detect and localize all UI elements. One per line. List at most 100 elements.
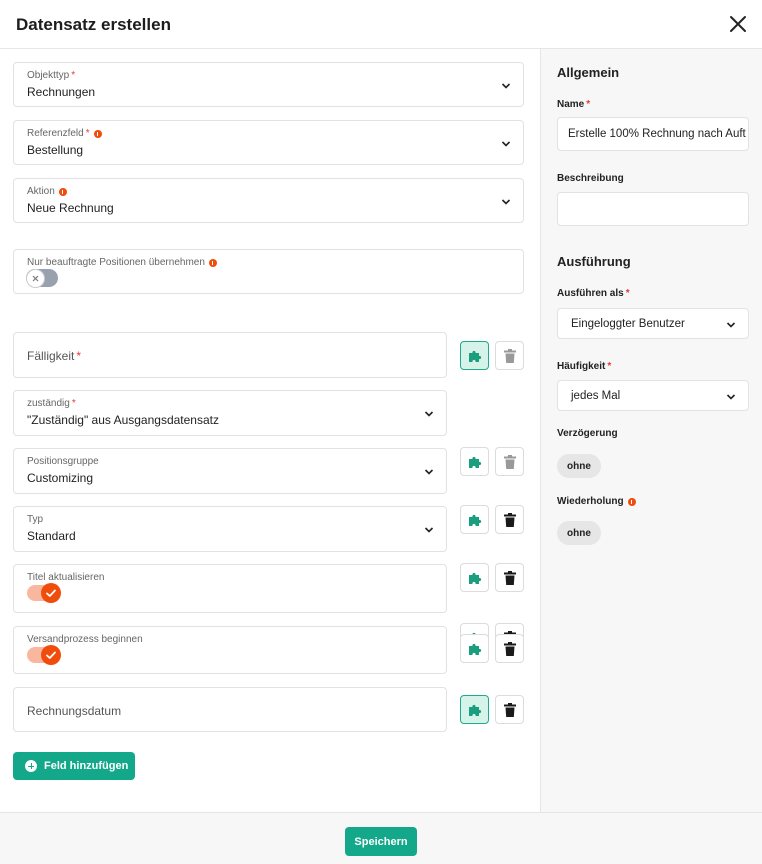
chevron-down-icon [424, 469, 434, 475]
delete-button[interactable] [495, 634, 524, 663]
titel-aktualisieren-field: Titel aktualisieren [13, 564, 447, 613]
aktion-select[interactable]: Aktion Neue Rechnung [13, 178, 524, 223]
trash-icon [503, 348, 516, 363]
puzzle-icon [468, 514, 481, 526]
trash-icon [503, 641, 516, 656]
chevron-down-icon [501, 141, 511, 147]
add-field-button[interactable]: Feld hinzufügen [13, 752, 135, 780]
titel-aktualisieren-toggle[interactable] [27, 583, 61, 603]
save-button[interactable]: Speichern [345, 827, 417, 856]
check-icon [46, 651, 56, 659]
chevron-down-icon [501, 83, 511, 89]
nur-beauftragte-toggle[interactable] [26, 268, 58, 288]
required-marker: * [625, 288, 630, 299]
zustaendig-label-text: zuständig [27, 398, 70, 409]
haeufigkeit-select[interactable]: jedes Mal [557, 380, 749, 411]
aktion-value: Neue Rechnung [27, 201, 114, 215]
zustaendig-select[interactable]: zuständig * "Zuständig" aus Ausgangsdaten… [13, 390, 447, 436]
haeufigkeit-label-text: Häufigkeit [557, 361, 606, 372]
ausfuehren-als-select[interactable]: Eingeloggter Benutzer [557, 308, 749, 339]
zustaendig-label: zuständig * [27, 398, 76, 409]
nur-beauftragte-label: Nur beauftragte Positionen übernehmen [27, 257, 217, 268]
versandprozess-label: Versandprozess beginnen [27, 634, 143, 645]
info-icon[interactable] [58, 187, 67, 196]
chevron-down-icon [424, 411, 434, 417]
nur-beauftragte-field: Nur beauftragte Positionen übernehmen [13, 249, 524, 294]
required-marker: * [85, 128, 90, 139]
settings-sidebar: Allgemein Name * Erstelle 100% Rechnung n… [540, 49, 762, 812]
info-icon[interactable] [627, 497, 636, 506]
close-icon[interactable] [728, 14, 748, 34]
versandprozess-toggle[interactable] [27, 645, 61, 665]
puzzle-icon [468, 704, 481, 716]
zustaendig-value: "Zuständig" aus Ausgangsdatensatz [27, 413, 219, 427]
haeufigkeit-value: jedes Mal [571, 390, 621, 402]
referenzfeld-label: Referenzfeld * [27, 128, 102, 139]
titel-aktualisieren-label: Titel aktualisieren [27, 572, 105, 583]
aktion-label-text: Aktion [27, 186, 55, 197]
main-pane: Objekttyp * Rechnungen Referenzfeld * Best… [0, 49, 540, 812]
chevron-down-icon [501, 199, 511, 205]
chevron-down-icon [424, 527, 434, 533]
puzzle-button[interactable] [460, 563, 489, 592]
objekttyp-label-text: Objekttyp [27, 70, 70, 81]
puzzle-icon [468, 350, 481, 362]
objekttyp-select[interactable]: Objekttyp * Rechnungen [13, 62, 524, 107]
puzzle-button[interactable] [460, 695, 489, 724]
wiederholung-label: Wiederholung [557, 496, 636, 507]
faelligkeit-field[interactable]: Fälligkeit * [13, 332, 447, 378]
typ-select[interactable]: Typ Standard [13, 506, 447, 552]
dialog-header: Datensatz erstellen [0, 0, 762, 49]
positionsgruppe-label: Positionsgruppe [27, 456, 99, 467]
name-label: Name * [557, 99, 590, 110]
name-input[interactable]: Erstelle 100% Rechnung nach Auft [557, 117, 749, 151]
x-icon [32, 275, 39, 281]
trash-icon [503, 454, 516, 469]
verzoegerung-label: Verzögerung [557, 428, 618, 439]
puzzle-icon [468, 572, 481, 584]
ausfuehren-als-value: Eingeloggter Benutzer [571, 318, 685, 330]
puzzle-button[interactable] [460, 505, 489, 534]
rechnungsdatum-field[interactable]: Rechnungsdatum [13, 687, 447, 732]
wiederholung-chip[interactable]: ohne [557, 521, 601, 545]
puzzle-button[interactable] [460, 634, 489, 663]
referenzfeld-select[interactable]: Referenzfeld * Bestellung [13, 120, 524, 165]
puzzle-button[interactable] [460, 447, 489, 476]
referenzfeld-value: Bestellung [27, 143, 84, 157]
toggle-knob [26, 268, 45, 288]
trash-icon [503, 570, 516, 585]
ausfuehren-als-label: Ausführen als * [557, 288, 630, 299]
required-marker: * [71, 70, 76, 81]
info-icon[interactable] [208, 258, 217, 267]
haeufigkeit-label: Häufigkeit * [557, 361, 611, 372]
check-icon [46, 589, 56, 597]
required-marker: * [71, 398, 76, 409]
delete-button-disabled[interactable] [495, 447, 524, 476]
chevron-down-icon [726, 322, 736, 328]
dialog-footer: Speichern [0, 812, 762, 864]
info-icon[interactable] [93, 129, 102, 138]
objekttyp-value: Rechnungen [27, 85, 96, 99]
nur-beauftragte-label-text: Nur beauftragte Positionen übernehmen [27, 257, 205, 268]
delete-button[interactable] [495, 695, 524, 724]
allgemein-heading: Allgemein [557, 65, 620, 80]
beschreibung-label: Beschreibung [557, 173, 624, 184]
typ-value: Standard [27, 529, 76, 543]
positionsgruppe-select[interactable]: Positionsgruppe Customizing [13, 448, 447, 494]
toggle-knob [41, 645, 61, 665]
positionsgruppe-value: Customizing [27, 471, 94, 485]
plus-circle-icon [25, 760, 37, 772]
chevron-down-icon [726, 394, 736, 400]
delete-button[interactable] [495, 505, 524, 534]
typ-label: Typ [27, 514, 44, 525]
name-value: Erstelle 100% Rechnung nach Auft [568, 128, 746, 140]
dialog-title: Datensatz erstellen [16, 15, 171, 34]
beschreibung-input[interactable] [557, 192, 749, 226]
puzzle-button[interactable] [460, 341, 489, 370]
toggle-knob [41, 583, 61, 603]
delete-button-disabled[interactable] [495, 341, 524, 370]
verzoegerung-chip[interactable]: ohne [557, 454, 601, 478]
delete-button[interactable] [495, 563, 524, 592]
aktion-label: Aktion [27, 186, 67, 197]
ausfuehren-als-label-text: Ausführen als [557, 288, 624, 299]
